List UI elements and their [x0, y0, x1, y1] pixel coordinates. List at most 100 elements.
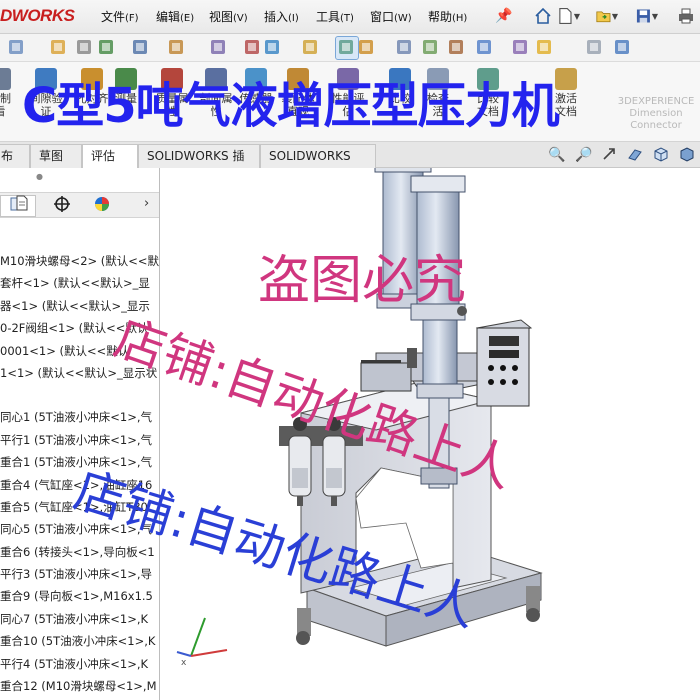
menu-tools[interactable]: 工具(T)	[316, 8, 354, 25]
smart-fastener-icon[interactable]	[300, 37, 322, 59]
cmd-button-2[interactable]: 孔对齐	[74, 68, 110, 105]
tab-solidworks-mbd[interactable]: SOLIDWORKS MBD	[260, 144, 376, 185]
section-icon[interactable]	[356, 37, 378, 59]
pin-icon[interactable]: 📌	[495, 8, 512, 24]
cmd-glyph-icon	[389, 68, 411, 90]
reference-geometry-icon[interactable]	[166, 37, 188, 59]
chevron-right-icon[interactable]: ›	[144, 196, 149, 211]
command-tab-bar: 布局 草图 评估 SOLIDWORKS 插件 SOLIDWORKS MBD 🔍 …	[0, 142, 700, 185]
cmd-glyph-icon	[555, 68, 577, 90]
tab-solidworks-addins[interactable]: SOLIDWORKS 插件	[138, 144, 260, 185]
tree-item[interactable]: 重合9 (导向板<1>,M16x1.5	[0, 585, 159, 607]
cmd-button-9[interactable]: 比较	[382, 68, 418, 105]
assembly-icon[interactable]	[130, 37, 152, 59]
tab-sketch[interactable]: 草图	[30, 144, 82, 168]
feature-icon[interactable]	[6, 37, 28, 59]
menu-window[interactable]: 窗口(W)	[370, 8, 412, 25]
tab-layout[interactable]: 布局	[0, 144, 30, 185]
tree-item[interactable]: 重合1 (5T油液小冲床<1>,气	[0, 451, 159, 473]
cmd-glyph-icon	[477, 68, 499, 90]
tree-item[interactable]: 平行3 (5T油液小冲床<1>,导	[0, 563, 159, 585]
cmd-button-1[interactable]: 间隙验证	[28, 68, 64, 118]
menu-help[interactable]: 帮助(H)	[428, 8, 467, 25]
instant3d-icon[interactable]	[262, 37, 284, 59]
tree-item[interactable]: 1<1> (默认<<默认>_显示状	[0, 362, 159, 384]
mirror-icon[interactable]	[446, 37, 468, 59]
cmd-button-5[interactable]: 剖面属性	[198, 68, 234, 118]
cmd-button-label: 控制看	[0, 92, 11, 118]
display-style-icon[interactable]	[678, 146, 696, 164]
tree-item[interactable]: 同心5 (5T油液小冲床<1>,气	[0, 518, 159, 540]
cmd-button-11[interactable]: 比较 文档	[470, 68, 506, 118]
explode-icon[interactable]	[242, 37, 264, 59]
tree-item[interactable]: 重合4 (气缸座<1>,油缸座16	[0, 474, 159, 496]
cmd-button-label: 比较 文档	[477, 92, 499, 118]
cmd-glyph-icon	[427, 68, 449, 90]
tree-item[interactable]: 重合6 (转接头<1>,导向板<1	[0, 541, 159, 563]
print-icon[interactable]	[675, 5, 697, 27]
sketch-icon[interactable]	[48, 37, 70, 59]
tree-item[interactable]: 0001<1> (默认<<默认	[0, 340, 159, 362]
cmd-button-4[interactable]: 质量属性	[154, 68, 190, 118]
tree-item[interactable]: 同心7 (5T油液小冲床<1>,K	[0, 608, 159, 630]
display-manager-tab[interactable]	[84, 195, 120, 217]
tab-evaluate[interactable]: 评估	[82, 144, 138, 168]
tree-item[interactable]: 平行1 (5T油液小冲床<1>,气	[0, 429, 159, 451]
snapshot-icon[interactable]	[510, 37, 532, 59]
press-machine-model: x	[176, 168, 543, 668]
menu-bar: DWORKS 文件(F) 编辑(E) 视图(V) 插入(I) 工具(T) 窗口(…	[0, 0, 700, 34]
zoom-to-area-icon[interactable]: 🔎	[575, 146, 593, 164]
previous-view-icon[interactable]	[600, 146, 618, 164]
menu-edit[interactable]: 编辑(E)	[156, 8, 194, 25]
camera-icon[interactable]	[612, 37, 634, 59]
configuration-manager-tab[interactable]	[44, 195, 80, 217]
tree-item[interactable]: 重合5 (气缸座<1>,油缸T80	[0, 496, 159, 518]
cmd-glyph-icon	[115, 68, 137, 90]
cmd-glyph-icon	[337, 68, 359, 90]
light-icon[interactable]	[584, 37, 606, 59]
panel-grip[interactable]: ●	[36, 172, 43, 181]
tree-item[interactable]: 平行4 (5T油液小冲床<1>,K	[0, 653, 159, 675]
new-document-icon[interactable]: ▼	[558, 5, 580, 27]
cmd-glyph-icon	[205, 68, 227, 90]
tree-item[interactable]: 同心1 (5T油液小冲床<1>,气	[0, 406, 159, 428]
tree-item[interactable]: 套杆<1> (默认<<默认>_显	[0, 272, 159, 294]
property-manager-tab[interactable]	[4, 195, 40, 217]
tree-item[interactable]: 器<1> (默认<<默认>_显示	[0, 295, 159, 317]
cmd-button-10[interactable]: 检查活	[420, 68, 456, 118]
home-icon[interactable]	[532, 5, 554, 27]
menu-file[interactable]: 文件(F)	[101, 8, 139, 25]
move-component-icon[interactable]	[208, 37, 230, 59]
tree-item[interactable]: 0-2F阀组<1> (默认<<默认	[0, 317, 159, 339]
tree-item[interactable]: M10滑块螺母<2> (默认<<默	[0, 250, 159, 272]
command-manager: 控制看 间隙验证孔对齐测量 质量属性剖面属性传感器装配体直观性能评估 比较 检查活 比较文…	[0, 62, 700, 142]
hole-series-icon[interactable]	[394, 37, 416, 59]
cmd-button-label: 剖面属性	[199, 92, 233, 118]
tree-item[interactable]: 重合12 (M10滑块螺母<1>,M	[0, 675, 159, 697]
cmd-button-8[interactable]: 性能评估	[330, 68, 366, 118]
menu-insert[interactable]: 插入(I)	[264, 8, 299, 25]
display-pane-icon[interactable]	[474, 37, 496, 59]
open-folder-icon[interactable]: ▼	[596, 5, 618, 27]
zoom-to-fit-icon[interactable]: 🔍	[548, 146, 566, 164]
appearance-icon[interactable]	[534, 37, 556, 59]
insert-component-icon[interactable]	[96, 37, 118, 59]
cmd-button-12[interactable]: 激活 文档	[548, 68, 584, 118]
mate-icon[interactable]	[74, 37, 96, 59]
section-view-icon[interactable]	[626, 146, 644, 164]
bom-icon[interactable]	[335, 36, 359, 60]
cmd-button-label: 性能评估	[331, 92, 365, 118]
graphics-area[interactable]: x	[161, 168, 700, 700]
cmd-glyph-icon	[245, 68, 267, 90]
menu-view[interactable]: 视图(V)	[209, 8, 248, 25]
cmd-button-label: 比较	[389, 92, 411, 105]
save-icon[interactable]: ▼	[636, 5, 658, 27]
cmd-button-0[interactable]: 控制看	[0, 68, 18, 118]
pattern-icon[interactable]	[420, 37, 442, 59]
cmd-button-7[interactable]: 装配体 直观	[280, 68, 316, 118]
feature-tree: M10滑块螺母<2> (默认<<默 套杆<1> (默认<<默认>_显 器<1> (默…	[0, 250, 159, 697]
cmd-button-6[interactable]: 传感器	[238, 68, 274, 105]
cmd-button-3[interactable]: 测量	[108, 68, 144, 105]
tree-item[interactable]: 重合10 (5T油液小冲床<1>,K	[0, 630, 159, 652]
view-orientation-icon[interactable]	[652, 146, 670, 164]
